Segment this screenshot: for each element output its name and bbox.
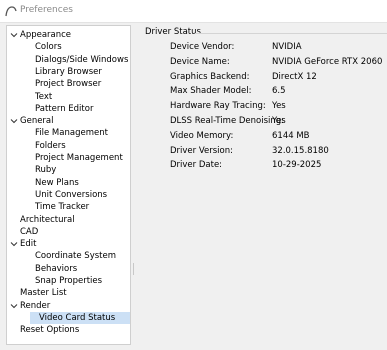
tree-item-render[interactable]: Render <box>20 300 50 312</box>
chevron-down-icon[interactable] <box>10 117 18 125</box>
tree-item-label: Snap Properties <box>35 276 103 286</box>
status-value: 6.5 <box>272 86 286 97</box>
splitter-grip[interactable] <box>133 263 134 275</box>
tree-item-colors[interactable]: Colors <box>35 41 62 53</box>
tree-item-folders[interactable]: Folders <box>35 140 66 152</box>
status-label: DLSS Real-Time Denoising: <box>170 116 285 126</box>
tree-item-library-browser[interactable]: Library Browser <box>35 66 102 78</box>
tree-item-label: Library Browser <box>35 66 102 77</box>
tree-item-reset-options[interactable]: Reset Options <box>20 324 79 336</box>
tree-item-label: Project Browser <box>35 79 102 90</box>
status-value: NVIDIA <box>272 42 302 52</box>
chevron-down-icon[interactable] <box>10 31 18 39</box>
tree-item-new-plans[interactable]: New Plans <box>35 177 79 189</box>
tree-item-label: Master List <box>20 288 67 299</box>
tree-item-general[interactable]: General <box>20 115 54 127</box>
tree-item-text[interactable]: Text <box>35 91 52 103</box>
tree-item-label: CAD <box>20 226 39 237</box>
status-value: Yes <box>272 101 286 112</box>
tree-item-label: Architectural <box>20 214 75 225</box>
tree-item-label: Pattern Editor <box>35 103 94 114</box>
tree-item-label: Behaviors <box>35 263 78 274</box>
status-label: Graphics Backend: <box>170 71 250 82</box>
tree-item-label: Dialogs/Side Windows <box>35 54 129 65</box>
tree-item-label: Time Tracker <box>35 202 90 213</box>
tree-item-time-tracker[interactable]: Time Tracker <box>35 201 89 213</box>
tree-item-unit-conversions[interactable]: Unit Conversions <box>35 189 107 201</box>
tree-item-appearance[interactable]: Appearance <box>20 29 71 41</box>
tree-item-label: Colors <box>35 42 62 53</box>
window-title: Preferences <box>20 5 73 15</box>
tree-item-label: Coordinate System <box>35 251 116 262</box>
status-value: Yes <box>272 116 286 126</box>
tree-item-video-card-status[interactable]: Video Card Status <box>30 311 130 324</box>
tree-item-dialogs-side-windows[interactable]: Dialogs/Side Windows <box>35 54 128 66</box>
status-label: Hardware Ray Tracing: <box>170 101 266 112</box>
chevron-down-icon[interactable] <box>10 240 18 248</box>
app-logo-icon <box>5 6 17 17</box>
panel-splitter[interactable] <box>133 25 134 345</box>
tree-item-label: Render <box>20 300 51 311</box>
status-label: Max Shader Model: <box>170 86 252 97</box>
tree-item-project-browser[interactable]: Project Browser <box>35 78 101 90</box>
tree-item-label: Edit <box>20 239 37 250</box>
tree-item-ruby[interactable]: Ruby <box>35 164 56 176</box>
tree-item-coordinate-system[interactable]: Coordinate System <box>35 250 116 262</box>
tree-item-architectural[interactable]: Architectural <box>20 214 75 226</box>
category-tree[interactable]: Appearance Colors Dialogs/Side Windows Libr… <box>6 25 131 345</box>
tree-item-file-management[interactable]: File Management <box>35 127 108 139</box>
status-value: 10-29-2025 <box>272 160 322 171</box>
tree-item-label: New Plans <box>35 177 79 188</box>
status-label: Device Vendor: <box>170 42 235 52</box>
title-bar[interactable]: Preferences <box>0 0 387 23</box>
tree-item-behaviors[interactable]: Behaviors <box>35 263 77 275</box>
tree-item-label: Folders <box>35 140 66 151</box>
tree-item-edit[interactable]: Edit <box>20 238 36 250</box>
status-label: Driver Version: <box>170 145 233 156</box>
tree-item-label: Reset Options <box>20 325 80 336</box>
tree-item-label: File Management <box>35 128 108 139</box>
tree-item-project-management[interactable]: Project Management <box>35 152 123 164</box>
tree-item-pattern-editor[interactable]: Pattern Editor <box>35 103 93 115</box>
status-value: DirectX 12 <box>272 71 317 82</box>
preferences-window: Preferences Appearance Colors Dialogs/Side… <box>0 0 387 350</box>
tree-item-label: Ruby <box>35 165 57 176</box>
tree-item-label: Appearance <box>20 30 72 40</box>
tree-item-label: Video Card Status <box>39 312 116 323</box>
status-label: Video Memory: <box>170 130 234 141</box>
status-value: 32.0.15.8180 <box>272 145 329 156</box>
tree-item-label: Text <box>35 91 53 102</box>
chevron-down-icon[interactable] <box>10 302 18 310</box>
status-label: Driver Date: <box>170 160 223 171</box>
tree-item-label: General <box>20 116 54 127</box>
tree-item-master-list[interactable]: Master List <box>20 287 67 299</box>
status-value: NVIDIA GeForce RTX 2060 <box>272 56 383 67</box>
tree-item-snap-properties[interactable]: Snap Properties <box>35 275 102 287</box>
driver-status-title: Driver Status <box>145 27 201 37</box>
groupbox-divider <box>195 33 387 34</box>
status-label: Device Name: <box>170 56 230 67</box>
tree-item-label: Project Management <box>35 153 123 163</box>
tree-item-label: Unit Conversions <box>35 189 108 200</box>
tree-item-cad[interactable]: CAD <box>20 226 38 238</box>
status-value: 6144 MB <box>272 130 310 141</box>
